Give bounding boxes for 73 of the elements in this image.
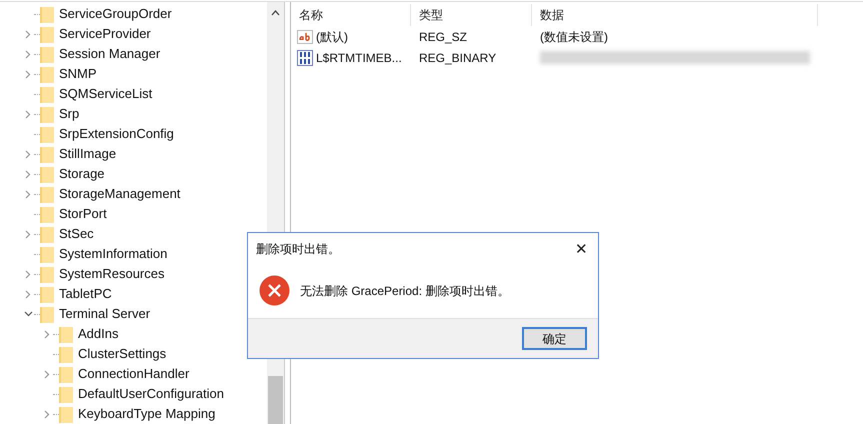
string-value-icon xyxy=(297,30,313,44)
tree-item[interactable]: ServiceGroupOrder xyxy=(59,4,172,24)
tree-item[interactable]: Terminal Server xyxy=(59,304,150,324)
tree-item[interactable]: SQMServiceList xyxy=(59,84,152,104)
chevron-right-icon[interactable] xyxy=(25,190,31,198)
folder-icon xyxy=(40,125,54,143)
chevron-right-icon[interactable] xyxy=(44,410,50,418)
folder-icon xyxy=(40,185,54,203)
folder-icon xyxy=(40,285,54,303)
binary-value-icon xyxy=(297,50,313,66)
error-message: 无法删除 GracePeriod: 删除项时出错。 xyxy=(300,282,510,300)
tree-item[interactable]: AddIns xyxy=(78,324,118,344)
chevron-right-icon[interactable] xyxy=(25,270,31,278)
scroll-thumb[interactable] xyxy=(268,376,283,424)
folder-icon xyxy=(40,5,54,23)
value-type: REG_BINARY xyxy=(419,50,496,64)
folder-icon xyxy=(59,405,73,423)
tree-item[interactable]: StorageManagement xyxy=(59,184,180,204)
folder-icon xyxy=(40,205,54,223)
chevron-right-icon[interactable] xyxy=(25,110,31,118)
tree-item[interactable]: Session Manager xyxy=(59,44,160,64)
folder-icon xyxy=(40,65,54,83)
folder-icon xyxy=(59,345,73,363)
value-name[interactable]: (默认) xyxy=(316,28,348,46)
column-header[interactable]: 名称 xyxy=(299,6,323,24)
folder-icon xyxy=(40,45,54,63)
chevron-right-icon[interactable] xyxy=(25,70,31,78)
tree-item[interactable]: SystemInformation xyxy=(59,244,168,264)
folder-icon xyxy=(40,245,54,263)
dialog-title: 删除项时出错。 xyxy=(256,241,340,258)
tree-item[interactable]: ServiceProvider xyxy=(59,24,151,44)
chevron-right-icon[interactable] xyxy=(25,230,31,238)
chevron-right-icon[interactable] xyxy=(25,50,31,58)
chevron-right-icon[interactable] xyxy=(44,370,50,378)
tree-item[interactable]: TabletPC xyxy=(59,284,112,304)
value-data: (数值未设置) xyxy=(540,28,608,46)
folder-icon xyxy=(40,105,54,123)
tree-item[interactable]: StSec xyxy=(59,224,94,244)
folder-icon xyxy=(59,365,73,383)
folder-icon xyxy=(40,85,54,103)
close-button[interactable]: ✕ xyxy=(575,242,588,256)
chevron-right-icon[interactable] xyxy=(44,330,50,338)
chevron-down-icon[interactable] xyxy=(24,311,32,317)
folder-icon xyxy=(40,25,54,43)
ok-button[interactable]: 确定 xyxy=(522,327,587,350)
tree-item[interactable]: StillImage xyxy=(59,144,116,164)
tree-item[interactable]: DefaultUserConfiguration xyxy=(78,384,224,404)
folder-icon xyxy=(40,265,54,283)
tree-item[interactable]: ClusterSettings xyxy=(78,344,166,364)
folder-icon xyxy=(40,145,54,163)
tree-item[interactable]: SrpExtensionConfig xyxy=(59,124,174,144)
tree-item[interactable]: Storage xyxy=(59,164,105,184)
chevron-right-icon[interactable] xyxy=(25,290,31,298)
tree-item[interactable]: KeyboardType Mapping xyxy=(78,404,216,424)
value-type: REG_SZ xyxy=(419,30,468,44)
tree-item[interactable]: Srp xyxy=(59,104,80,124)
tree-item[interactable]: SNMP xyxy=(59,64,97,84)
folder-icon xyxy=(40,165,54,183)
chevron-right-icon[interactable] xyxy=(25,30,31,38)
column-header[interactable]: 类型 xyxy=(419,6,443,24)
folder-icon xyxy=(59,385,73,403)
tree-item[interactable]: ConnectionHandler xyxy=(78,364,190,384)
folder-icon xyxy=(40,225,54,243)
value-name[interactable]: L$RTMTIMEB... xyxy=(316,48,402,66)
scroll-up-icon[interactable] xyxy=(271,10,280,16)
folder-icon xyxy=(40,305,54,323)
tree-item[interactable]: StorPort xyxy=(59,204,107,224)
tree-item[interactable]: SystemResources xyxy=(59,264,164,284)
chevron-right-icon[interactable] xyxy=(25,150,31,158)
column-header[interactable]: 数据 xyxy=(540,6,564,24)
error-icon xyxy=(259,275,290,306)
chevron-right-icon[interactable] xyxy=(25,170,31,178)
folder-icon xyxy=(59,325,73,343)
